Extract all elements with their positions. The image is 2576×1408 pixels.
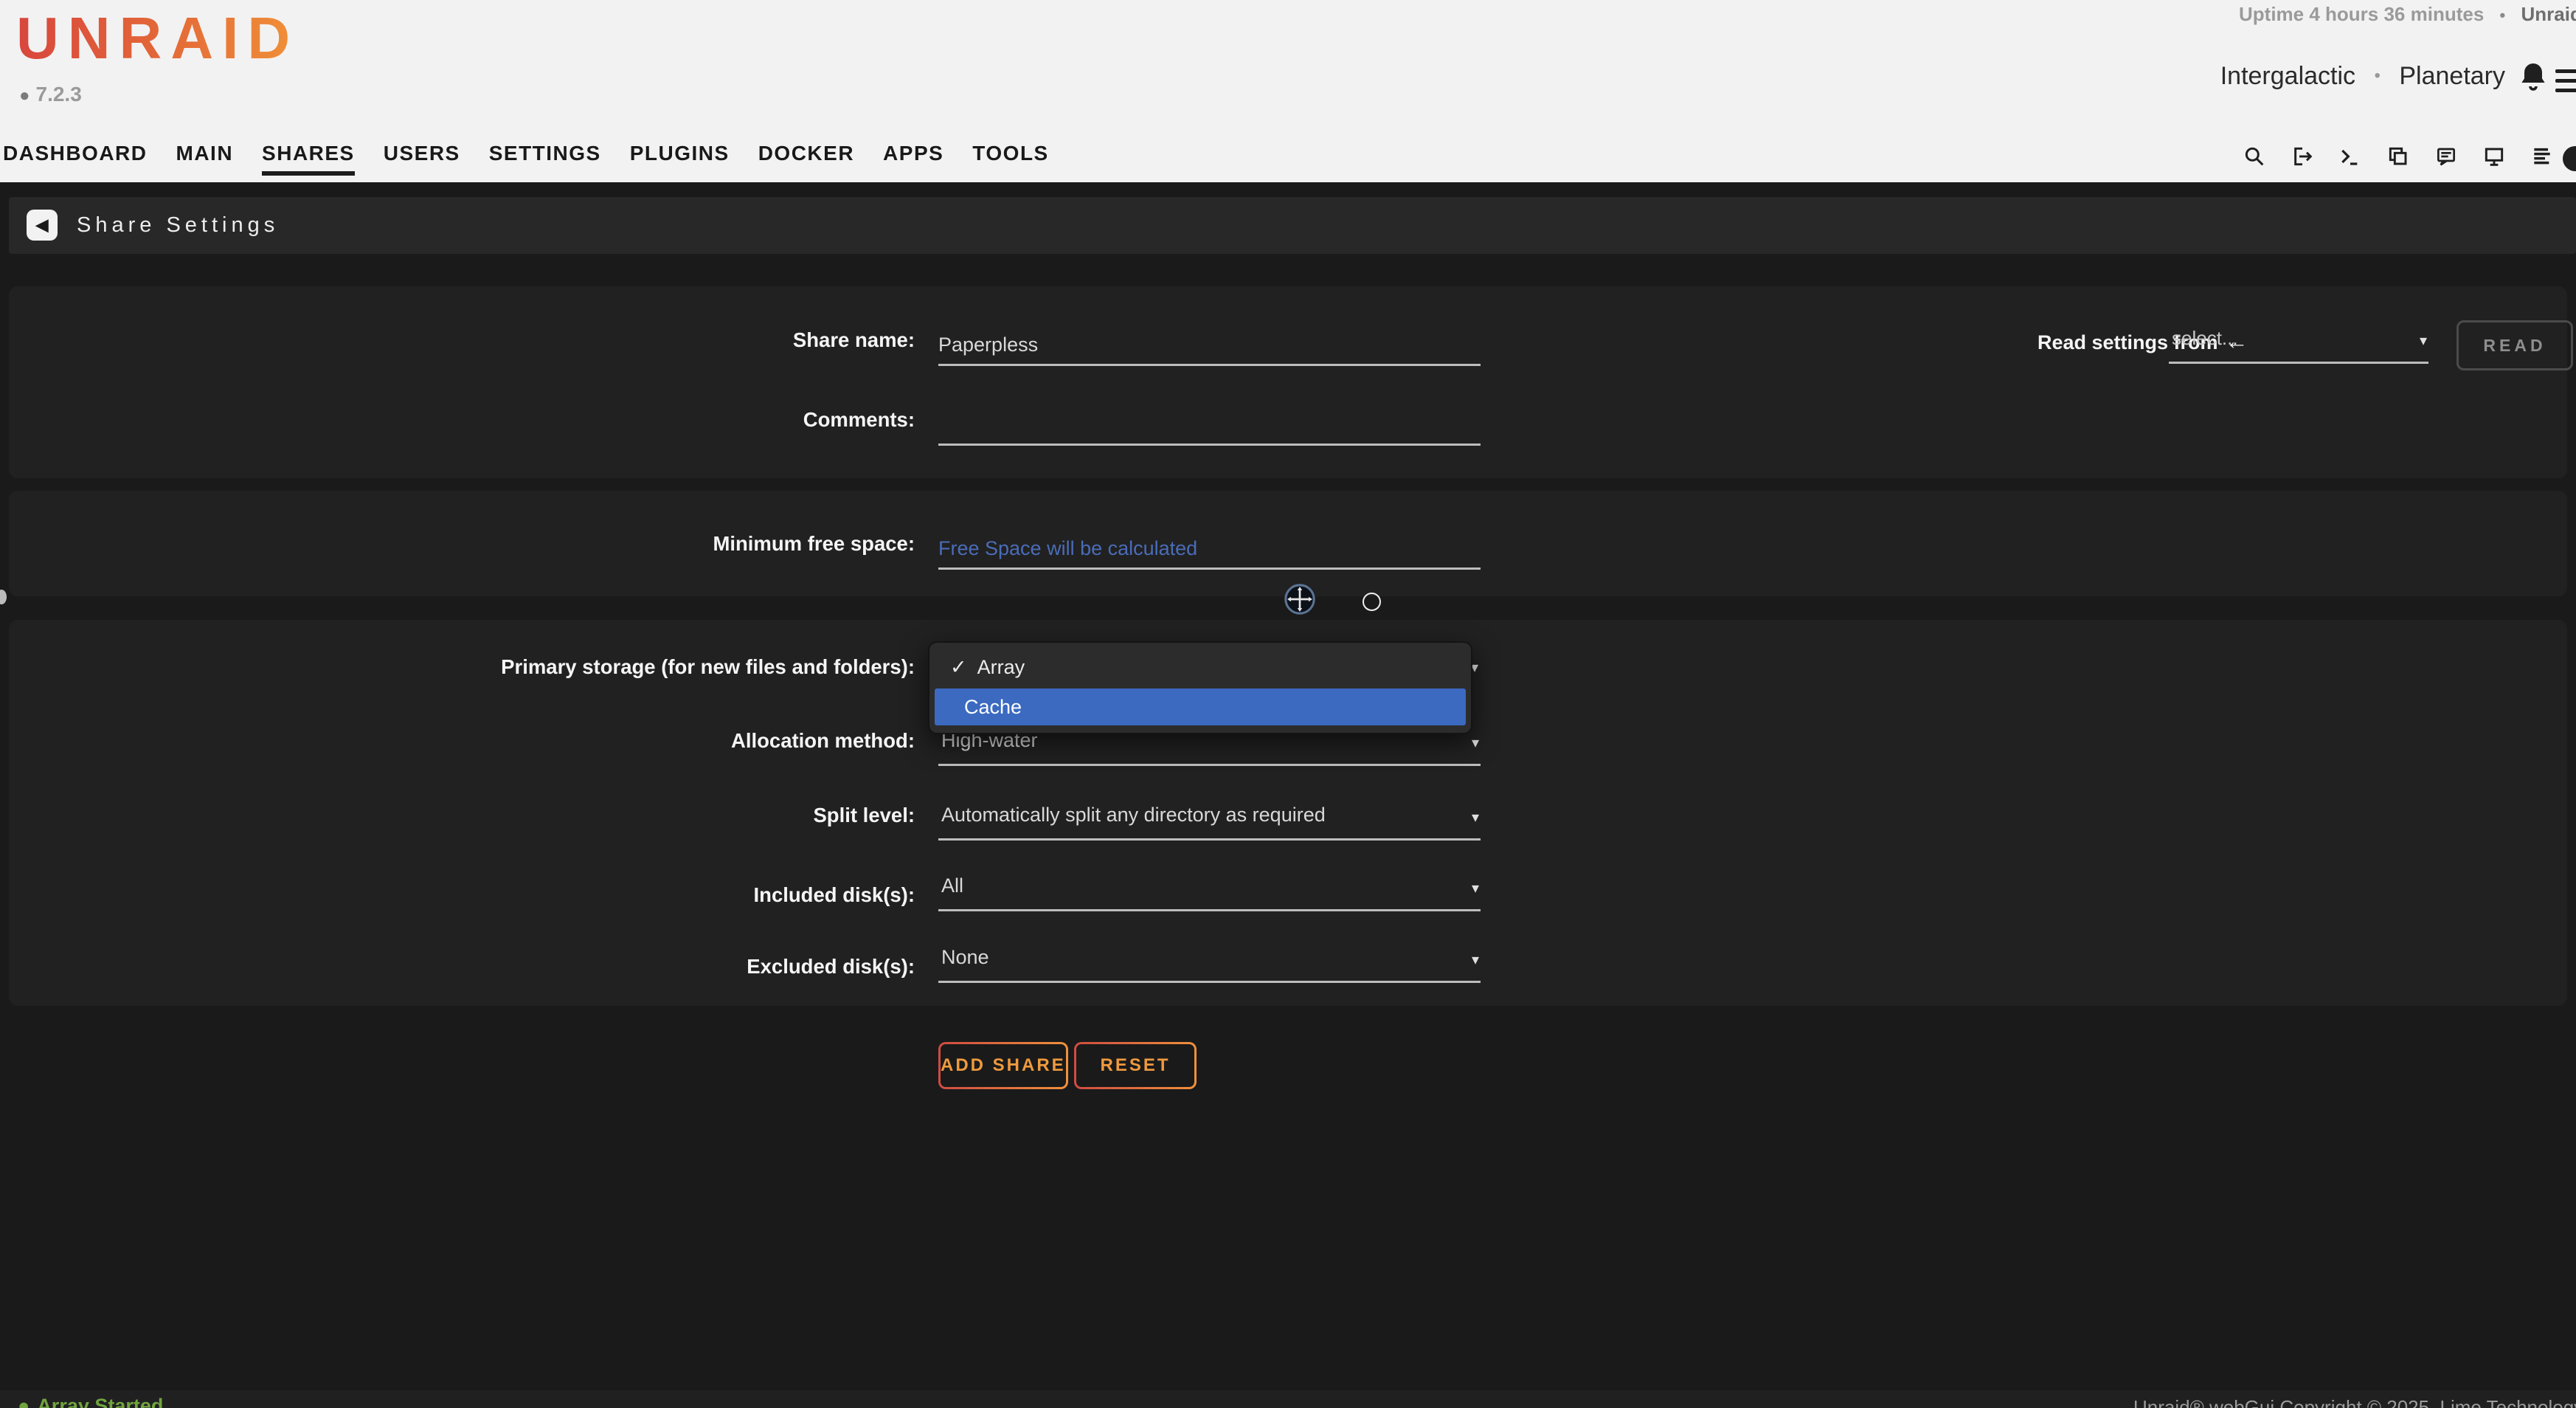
back-icon[interactable]: ◀	[27, 210, 58, 241]
comments-input[interactable]	[938, 405, 1481, 446]
included-disks-value: All	[941, 874, 963, 897]
read-settings-select[interactable]: select... ▾	[2169, 325, 2428, 364]
click-ring-icon	[1363, 593, 1381, 611]
primary-storage-dropdown: ✓Array Cache	[928, 641, 1472, 734]
read-settings-select-value: select...	[2172, 327, 2238, 350]
feedback-icon[interactable]	[2434, 145, 2458, 168]
share-name-label: Share name:	[398, 328, 915, 352]
sign-out-icon[interactable]	[2291, 145, 2314, 168]
toolbar-icons	[2243, 145, 2554, 168]
footer-copyright: Unraid® webGui Copyright © 2025, Lime Te…	[2133, 1396, 2576, 1408]
excluded-disks-label: Excluded disk(s):	[398, 955, 915, 979]
nav-plugins[interactable]: PLUGINS	[630, 142, 730, 176]
nav-main[interactable]: MAIN	[176, 142, 234, 176]
included-disks-label: Included disk(s):	[398, 883, 915, 907]
allocation-method-label: Allocation method:	[398, 729, 915, 753]
main-nav: DASHBOARD MAIN SHARES USERS SETTINGS PLU…	[3, 142, 1049, 176]
minimum-free-space-label: Minimum free space:	[398, 532, 915, 556]
split-level-value: Automatically split any directory as req…	[941, 804, 1326, 826]
server-row: Intergalactic • Planetary	[2220, 62, 2505, 91]
separator-dot: •	[2500, 6, 2506, 24]
option-array[interactable]: ✓Array	[929, 647, 1471, 687]
version-label: 7.2.3	[36, 83, 82, 106]
search-icon[interactable]	[2243, 145, 2266, 168]
separator-dot: •	[2375, 66, 2381, 86]
minimum-free-space-input[interactable]	[938, 529, 1481, 570]
remote-monitor-icon[interactable]	[2482, 145, 2506, 168]
split-level-label: Split level:	[398, 804, 915, 827]
excluded-disks-value: None	[941, 946, 989, 969]
os-name: Unraid OS	[2521, 3, 2576, 25]
terminal-icon[interactable]	[2338, 145, 2362, 168]
split-level-select[interactable]: Automatically split any directory as req…	[938, 802, 1481, 841]
version-row: ● 7.2.3	[19, 83, 82, 106]
read-button[interactable]: READ	[2456, 320, 2573, 370]
menu-hamburger-icon[interactable]	[2555, 69, 2576, 98]
comments-label: Comments:	[398, 408, 915, 432]
unraid-logo: UNRAID	[16, 4, 299, 72]
chevron-down-icon: ▾	[1472, 734, 1479, 752]
system-log-icon[interactable]	[2530, 145, 2554, 168]
included-disks-select[interactable]: All ▾	[938, 873, 1481, 911]
nav-shares[interactable]: SHARES	[262, 142, 355, 176]
footer: ●Array Started Unraid® webGui Copyright …	[0, 1390, 2576, 1408]
nav-users[interactable]: USERS	[384, 142, 460, 176]
clone-window-icon[interactable]	[2386, 145, 2410, 168]
page-root: UNRAID ● 7.2.3 Uptime 4 hours 36 minutes …	[0, 0, 2576, 1408]
theme-partial-icon[interactable]	[2563, 146, 2576, 171]
panel-share-identity	[9, 286, 2567, 478]
primary-storage-label: Primary storage (for new files and folde…	[398, 655, 915, 679]
chevron-down-icon: ▾	[1472, 808, 1479, 826]
share-name-input[interactable]	[938, 325, 1481, 366]
page-title-bar: ◀ Share Settings	[9, 197, 2576, 254]
nav-docker[interactable]: DOCKER	[758, 142, 854, 176]
option-cache[interactable]: Cache	[935, 689, 1466, 725]
status-dot-icon: ●	[18, 1395, 30, 1408]
server-name: Intergalactic	[2220, 62, 2355, 90]
notifications-bell-icon[interactable]	[2516, 59, 2551, 94]
page-title: Share Settings	[77, 197, 279, 254]
uptime-text: Uptime 4 hours 36 minutes	[2239, 3, 2484, 25]
nav-tools[interactable]: TOOLS	[972, 142, 1048, 176]
nav-settings[interactable]: SETTINGS	[489, 142, 601, 176]
chevron-down-icon: ▾	[1472, 950, 1479, 969]
excluded-disks-select[interactable]: None ▾	[938, 945, 1481, 983]
chevron-down-icon: ▾	[1472, 879, 1479, 897]
header: UNRAID ● 7.2.3 Uptime 4 hours 36 minutes …	[0, 0, 2576, 182]
array-status: ●Array Started	[18, 1395, 163, 1408]
nav-apps[interactable]: APPS	[883, 142, 944, 176]
server-description: Planetary	[2399, 62, 2505, 90]
add-share-button[interactable]: ADD SHARE	[938, 1042, 1068, 1089]
nav-dashboard[interactable]: DASHBOARD	[3, 142, 148, 176]
reset-button[interactable]: RESET	[1074, 1042, 1197, 1089]
uptime-row: Uptime 4 hours 36 minutes • Unraid OS St…	[2239, 3, 2576, 26]
edge-blip	[0, 590, 7, 604]
chevron-down-icon: ▾	[2420, 331, 2427, 350]
check-icon: ✓	[950, 656, 967, 678]
move-cursor-icon	[1283, 582, 1317, 616]
version-dot-icon: ●	[19, 86, 30, 106]
